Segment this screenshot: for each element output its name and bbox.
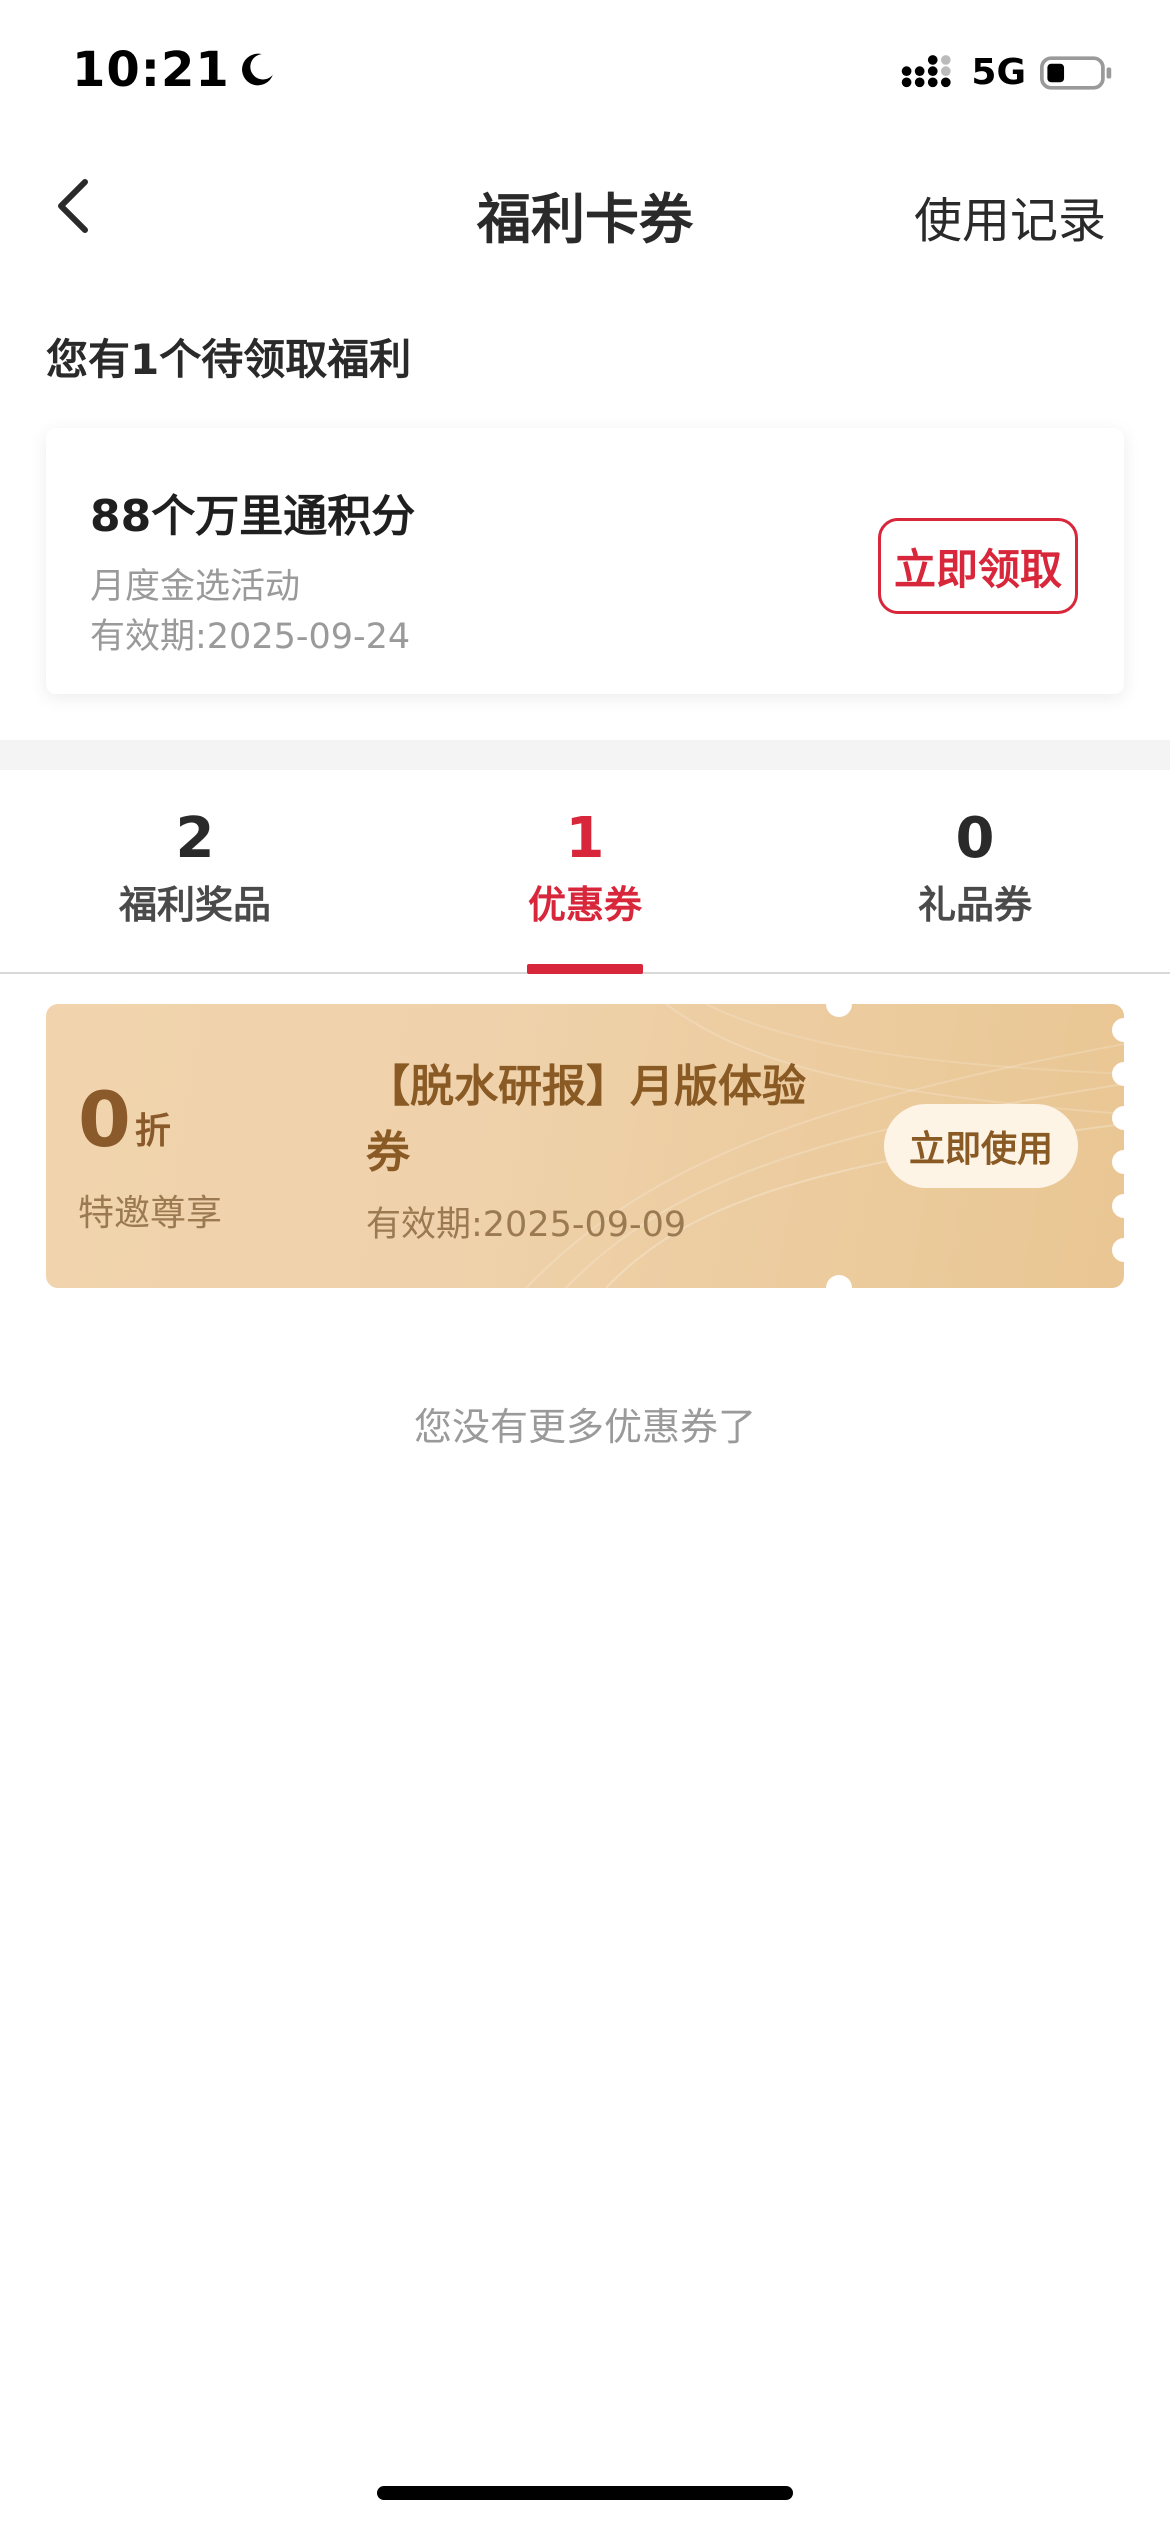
claim-button[interactable]: 立即领取 bbox=[878, 518, 1078, 614]
no-more-coupons-text: 您没有更多优惠券了 bbox=[413, 1405, 756, 1449]
status-time-text: 10:21 bbox=[72, 42, 230, 98]
status-indicators: 5G bbox=[901, 52, 1114, 93]
moon-icon bbox=[241, 53, 273, 86]
tab-count: 0 bbox=[955, 806, 995, 871]
home-indicator[interactable] bbox=[377, 2486, 793, 2500]
pending-title: 88个万里通积分 bbox=[90, 491, 416, 542]
battery-icon bbox=[1040, 55, 1112, 90]
tab-count: 2 bbox=[175, 806, 215, 871]
tab-label: 礼品券 bbox=[917, 882, 1032, 927]
discount-number: 0 bbox=[78, 1075, 131, 1164]
pending-welfare-card: 88个万里通积分 月度金选活动 有效期:2025-09-24 立即领取 bbox=[46, 428, 1124, 694]
use-now-button[interactable]: 立即使用 bbox=[884, 1104, 1078, 1188]
nav-bar: 福利卡券 使用记录 bbox=[0, 145, 1170, 265]
discount-unit: 折 bbox=[134, 1111, 171, 1152]
discount-description: 特邀尊享 bbox=[78, 1193, 223, 1234]
active-tab-indicator bbox=[527, 964, 643, 974]
welfare-coupons-page: 10:21 5G 福利卡券 使用记录 您有1个待领取福利 88个万里通积分 月度… bbox=[0, 0, 1170, 2532]
pending-validity: 有效期:2025-09-24 bbox=[90, 617, 411, 657]
coupon-validity: 有效期:2025-09-09 bbox=[366, 1205, 687, 1245]
pending-heading: 您有1个待领取福利 bbox=[46, 335, 412, 384]
tab-label: 福利奖品 bbox=[118, 882, 271, 927]
category-tabs: 2 福利奖品 1 优惠券 0 礼品券 bbox=[0, 770, 1170, 974]
tab-coupons[interactable]: 1 优惠券 bbox=[390, 770, 780, 974]
tab-welfare-prizes[interactable]: 2 福利奖品 bbox=[0, 770, 390, 972]
status-bar: 10:21 5G bbox=[0, 0, 1170, 145]
section-divider bbox=[0, 740, 1170, 770]
coupon-card: 0 折 特邀尊享 【脱水研报】月版体验券 有效期:2025-09-09 立即使用 bbox=[46, 1004, 1124, 1288]
tab-gift-vouchers[interactable]: 0 礼品券 bbox=[780, 770, 1170, 972]
coupon-title: 【脱水研报】月版体验券 bbox=[366, 1061, 806, 1178]
tab-label: 优惠券 bbox=[527, 882, 642, 927]
signal-icon bbox=[902, 54, 952, 87]
discount-value: 0 折 bbox=[78, 1082, 171, 1158]
pending-subtitle: 月度金选活动 bbox=[90, 567, 301, 607]
status-time: 10:21 bbox=[72, 42, 276, 98]
tab-count: 1 bbox=[565, 806, 605, 871]
network-label: 5G bbox=[971, 52, 1026, 93]
usage-history-link[interactable]: 使用记录 bbox=[914, 181, 1106, 251]
